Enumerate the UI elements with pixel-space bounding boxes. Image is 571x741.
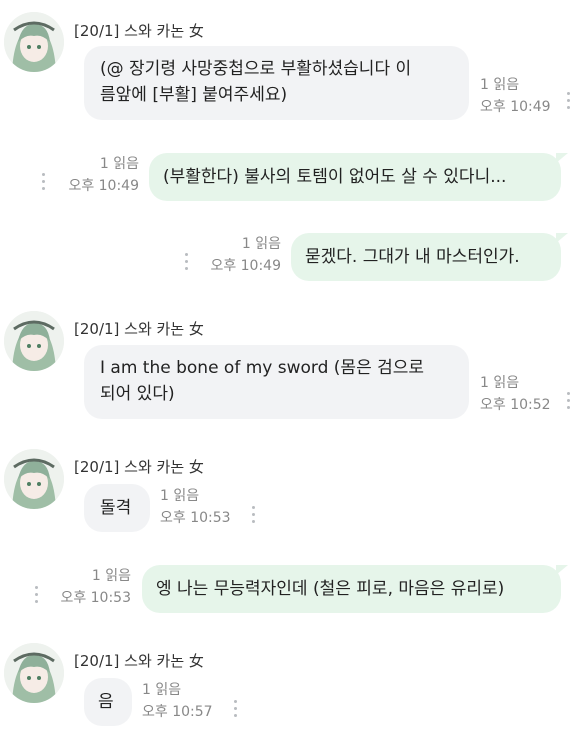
bubble-tail (556, 565, 568, 575)
timestamp: 오후 10:53 (60, 590, 131, 606)
message-bubble[interactable]: 돌격 (84, 484, 150, 532)
vertical-dots-icon[interactable] (185, 253, 189, 274)
message-bubble[interactable]: (@ 장기령 사망중첩으로 부활하셨습니다 이 름앞에 [부활] 붙여주세요) (84, 46, 469, 120)
message-bubble[interactable]: (부활한다) 불사의 토템이 없어도 살 수 있다니... (149, 153, 568, 201)
bubble-tail (556, 233, 568, 243)
message-bubble[interactable]: 엥 나는 무능력자인데 (철은 피로, 마음은 유리로) (142, 565, 568, 613)
vertical-dots-icon[interactable] (42, 173, 46, 194)
vertical-dots-icon[interactable] (567, 392, 571, 413)
read-count: 1 읽음 (142, 682, 182, 698)
avatar-image (4, 311, 64, 371)
timestamp: 오후 10:57 (142, 704, 213, 720)
avatar[interactable] (4, 311, 64, 371)
sender-name: [20/1] 스와 카논 女 (74, 652, 204, 670)
avatar[interactable] (4, 449, 64, 509)
message-meta: 1 읽음 오후 10:49 (55, 153, 139, 197)
avatar[interactable] (4, 643, 64, 703)
sender-name: [20/1] 스와 카논 女 (74, 320, 204, 338)
avatar-image (4, 449, 64, 509)
message-text: 돌격 (100, 498, 132, 518)
message-meta: 1 읽음 오후 10:53 (48, 565, 131, 609)
sender-name: [20/1] 스와 카논 女 (74, 458, 204, 476)
message-bubble[interactable]: I am the bone of my sword (몸은 검으로 되어 있다) (84, 345, 469, 419)
timestamp: 오후 10:53 (160, 510, 231, 526)
message-text: 엥 나는 무능력자인데 (철은 피로, 마음은 유리로) (156, 579, 505, 599)
avatar-image (4, 643, 64, 703)
read-count: 1 읽음 (480, 77, 520, 93)
sender-name: [20/1] 스와 카논 女 (74, 22, 204, 40)
message-line: (@ 장기령 사망중첩으로 부활하셨습니다 이 (100, 59, 412, 79)
message-meta: 1 읽음 오후 10:52 (480, 372, 551, 416)
timestamp: 오후 10:52 (480, 397, 551, 413)
bubble-tail (556, 153, 568, 163)
vertical-dots-icon[interactable] (234, 700, 238, 721)
message-meta: 1 읽음 오후 10:57 (142, 679, 213, 723)
message-bubble[interactable]: 음 (84, 678, 132, 726)
read-count: 1 읽음 (91, 568, 131, 584)
timestamp: 오후 10:49 (68, 178, 139, 194)
message-text: 묻겠다. 그대가 내 마스터인가. (305, 247, 520, 267)
avatar[interactable] (4, 12, 64, 72)
message-bubble[interactable]: 묻겠다. 그대가 내 마스터인가. (291, 233, 568, 281)
message-line: 름앞에 [부활] 붙여주세요) (100, 85, 288, 105)
message-line: I am the bone of my sword (몸은 검으로 (100, 358, 425, 378)
vertical-dots-icon[interactable] (567, 92, 571, 113)
message-line: 되어 있다) (100, 384, 175, 404)
read-count: 1 읽음 (160, 488, 200, 504)
read-count: 1 읽음 (480, 375, 520, 391)
read-count: 1 읽음 (99, 156, 139, 172)
avatar-image (4, 12, 64, 72)
timestamp: 오후 10:49 (210, 258, 281, 274)
timestamp: 오후 10:49 (480, 99, 551, 115)
vertical-dots-icon[interactable] (35, 586, 39, 607)
message-meta: 1 읽음 오후 10:53 (160, 485, 231, 529)
vertical-dots-icon[interactable] (252, 506, 256, 527)
message-meta: 1 읽음 오후 10:49 (480, 74, 551, 118)
read-count: 1 읽음 (241, 236, 281, 252)
message-text: 음 (98, 692, 114, 712)
message-meta: 1 읽음 오후 10:49 (196, 233, 281, 277)
message-text: (부활한다) 불사의 토템이 없어도 살 수 있다니... (163, 167, 507, 187)
